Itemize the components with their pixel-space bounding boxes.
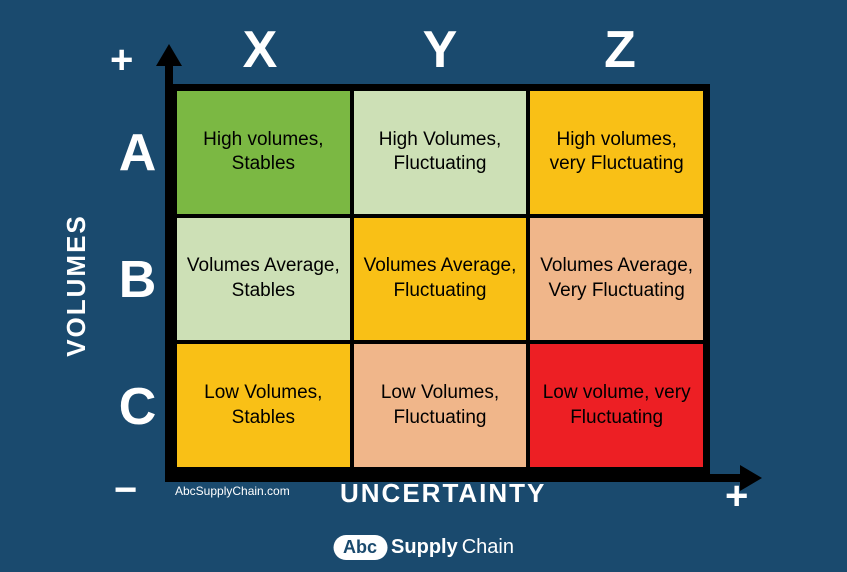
attribution-text: AbcSupplyChain.com xyxy=(175,484,290,498)
row-header-a: A xyxy=(110,90,165,217)
logo-supply: Supply xyxy=(391,536,458,559)
cell-ay: High Volumes, Fluctuating xyxy=(352,89,529,216)
row-header-b: B xyxy=(110,217,165,344)
logo-chain: Chain xyxy=(462,536,514,559)
matrix-grid: High volumes, Stables High Volumes, Fluc… xyxy=(170,84,710,474)
row-headers: A B C xyxy=(110,90,165,470)
x-axis-arrow-icon xyxy=(740,465,762,491)
cell-cx: Low Volumes, Stables xyxy=(175,342,352,469)
cell-bx: Volumes Average, Stables xyxy=(175,216,352,343)
col-header-z: Z xyxy=(530,20,710,80)
x-axis-line xyxy=(165,474,745,482)
cell-by: Volumes Average, Fluctuating xyxy=(352,216,529,343)
logo-badge: Abc xyxy=(333,535,387,560)
col-header-y: Y xyxy=(350,20,530,80)
y-axis-plus-icon: + xyxy=(110,38,133,83)
cell-cz: Low volume, very Fluctuating xyxy=(528,342,705,469)
y-axis-label: VOLUMES xyxy=(61,214,92,357)
y-axis-minus-icon: − xyxy=(114,468,137,513)
col-header-x: X xyxy=(170,20,350,80)
x-axis-label: UNCERTAINTY xyxy=(340,478,546,509)
cell-bz: Volumes Average, Very Fluctuating xyxy=(528,216,705,343)
logo: Abc SupplyChain xyxy=(333,535,514,560)
cell-az: High volumes, very Fluctuating xyxy=(528,89,705,216)
cell-cy: Low Volumes, Fluctuating xyxy=(352,342,529,469)
cell-ax: High volumes, Stables xyxy=(175,89,352,216)
abc-xyz-matrix: + − + VOLUMES UNCERTAINTY X Y Z A B C Hi… xyxy=(60,20,780,520)
row-header-c: C xyxy=(110,343,165,470)
column-headers: X Y Z xyxy=(170,20,710,80)
